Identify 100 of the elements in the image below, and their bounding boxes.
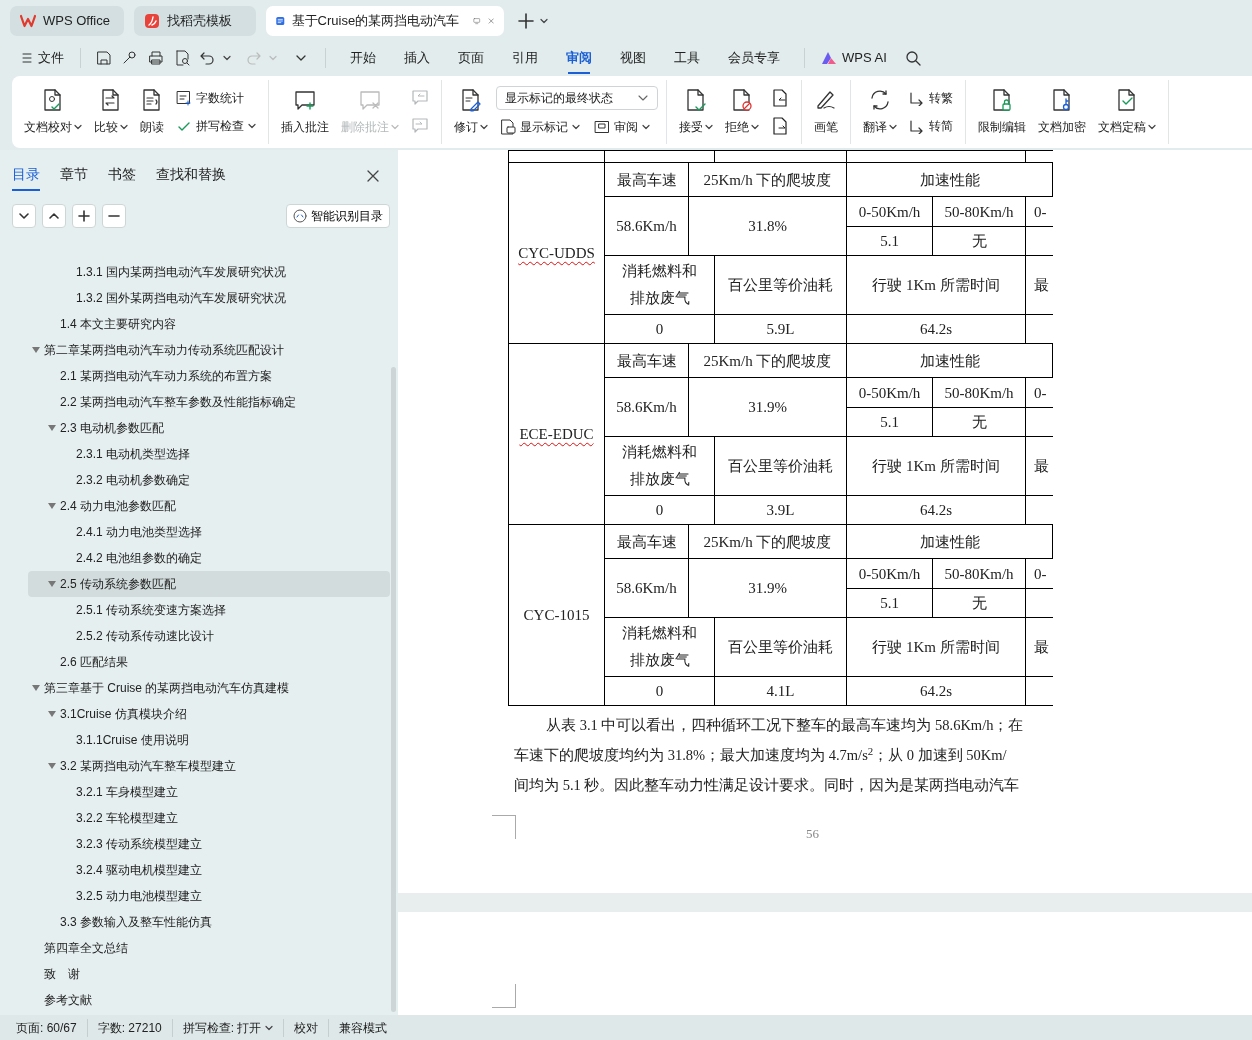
- undo-icon[interactable]: [200, 50, 216, 66]
- smart-toc-button[interactable]: 智能识别目录: [286, 204, 390, 228]
- toc-item[interactable]: 3.1Cruise 仿真模块介绍: [28, 701, 390, 727]
- ribbon-tab[interactable]: 插入: [392, 42, 442, 74]
- column-header: 最高车速: [604, 162, 689, 197]
- ribbon-button[interactable]: 限制编辑: [974, 86, 1030, 138]
- toc-item[interactable]: 2.4 动力电池参数匹配: [28, 493, 390, 519]
- toc-item[interactable]: 第三章基于 Cruise 的某两挡电动汽车仿真建模: [28, 675, 390, 701]
- browser-tab[interactable]: WPS Office: [10, 6, 124, 36]
- table-cell: 64.2s: [846, 495, 1026, 525]
- toc-item[interactable]: 2.2 某两挡电动汽车整车参数及性能指标确定: [28, 389, 390, 415]
- toc-item[interactable]: 3.2.1 车身模型建立: [28, 779, 390, 805]
- expanded-triangle-icon[interactable]: [48, 503, 56, 509]
- comment-plus-icon: [293, 88, 317, 112]
- ribbon-button[interactable]: 显示标记: [496, 116, 584, 138]
- ribbon-tab[interactable]: 开始: [338, 42, 388, 74]
- toc-item[interactable]: 3.2.4 驱动电机模型建立: [28, 857, 390, 883]
- ribbon-button[interactable]: 接受: [675, 86, 717, 138]
- print-preview-icon[interactable]: [174, 50, 190, 66]
- toc-item[interactable]: 2.4.2 电池组参数的确定: [28, 545, 390, 571]
- ribbon-button[interactable]: 插入批注: [277, 86, 333, 138]
- panel-tab[interactable]: 书签: [108, 161, 136, 191]
- ribbon-tab[interactable]: 工具: [662, 42, 712, 74]
- outline-button[interactable]: [72, 204, 96, 228]
- column-header: 加速性能: [846, 343, 1053, 378]
- expanded-triangle-icon[interactable]: [48, 425, 56, 431]
- document-arrow-icon: [771, 117, 789, 135]
- toc-item[interactable]: 2.4.1 动力电池类型选择: [28, 519, 390, 545]
- toc-item[interactable]: 2.1 某两挡电动汽车动力系统的布置方案: [28, 363, 390, 389]
- toc-item[interactable]: 2.5 传动系统参数匹配: [28, 571, 390, 597]
- toc-item[interactable]: 3.2.3 传动系统模型建立: [28, 831, 390, 857]
- toc-item[interactable]: 第二章某两挡电动汽车动力传动系统匹配设计: [28, 337, 390, 363]
- ribbon-button[interactable]: 文档定稿: [1094, 86, 1160, 138]
- status-text: 兼容模式: [338, 1019, 389, 1037]
- scrollbar[interactable]: [391, 367, 396, 1012]
- ai-button[interactable]: WPS AI: [817, 42, 891, 74]
- outline-button[interactable]: [12, 204, 36, 228]
- ribbon-button[interactable]: 字数统计: [172, 87, 260, 109]
- column-header: 百公里等价油耗: [714, 617, 847, 677]
- outline-button[interactable]: [42, 204, 66, 228]
- toc-item[interactable]: 3.2 某两挡电动汽车整车模型建立: [28, 753, 390, 779]
- panel-tab[interactable]: 查找和替换: [156, 161, 226, 191]
- ribbon-tab[interactable]: 会员专享: [716, 42, 792, 74]
- ribbon-tab[interactable]: 审阅: [554, 42, 604, 74]
- toc-item[interactable]: 1.4 本文主要研究内容: [28, 311, 390, 337]
- ribbon-button[interactable]: 文档校对: [20, 86, 86, 138]
- toc-item[interactable]: 3.3 参数输入及整车性能仿真: [28, 909, 390, 935]
- ribbon-button[interactable]: 转简: [905, 115, 957, 137]
- ribbon-button[interactable]: 比较: [90, 86, 132, 138]
- save-icon[interactable]: [96, 50, 112, 66]
- ribbon-button[interactable]: 朗读: [136, 86, 168, 138]
- toc-item[interactable]: 2.5.2 传动系传动速比设计: [28, 623, 390, 649]
- table-cell: 5.1: [846, 407, 933, 437]
- key-icon[interactable]: [122, 50, 138, 66]
- ribbon-button[interactable]: 翻译: [859, 86, 901, 138]
- ribbon-button[interactable]: 文档加密: [1034, 86, 1090, 138]
- toc-item[interactable]: 2.3.1 电动机类型选择: [28, 441, 390, 467]
- expanded-triangle-icon[interactable]: [48, 711, 56, 717]
- plus-icon[interactable]: [518, 13, 534, 29]
- search-icon[interactable]: [904, 50, 921, 66]
- caret-icon: [248, 123, 256, 129]
- ribbon-tab[interactable]: 引用: [500, 42, 550, 74]
- toc-item[interactable]: 致 谢: [28, 961, 390, 987]
- ribbon-button[interactable]: 修订: [450, 86, 492, 138]
- toc-item[interactable]: 2.3 电动机参数匹配: [28, 415, 390, 441]
- browser-tab[interactable]: 基于Cruise的某两挡电动汽车: [266, 6, 504, 36]
- toc-item[interactable]: 2.3.2 电动机参数确定: [28, 467, 390, 493]
- document-block-icon: [730, 88, 754, 112]
- column-header: 百公里等价油耗: [714, 255, 847, 315]
- file-menu[interactable]: 文件: [18, 42, 68, 74]
- toc-item[interactable]: 3.2.5 动力电池模型建立: [28, 883, 390, 909]
- ribbon-button[interactable]: 拒绝: [721, 86, 763, 138]
- status-text: 页面: 60/67: [16, 1018, 88, 1037]
- panel-tab[interactable]: 章节: [60, 161, 88, 191]
- status-dropdown[interactable]: 拼写检查: 打开: [172, 1018, 285, 1037]
- toc-item[interactable]: 第四章全文总结: [28, 935, 390, 961]
- expanded-triangle-icon[interactable]: [48, 763, 56, 769]
- toc-item[interactable]: 3.1.1Cruise 使用说明: [28, 727, 390, 753]
- ribbon-button[interactable]: 拼写检查: [172, 115, 260, 137]
- expanded-triangle-icon[interactable]: [32, 685, 40, 691]
- expanded-triangle-icon[interactable]: [32, 347, 40, 353]
- ribbon-button[interactable]: 审阅: [590, 116, 654, 138]
- expanded-triangle-icon[interactable]: [48, 581, 56, 587]
- close-icon[interactable]: [366, 169, 380, 183]
- toc-item[interactable]: 2.6 匹配结果: [28, 649, 390, 675]
- toc-item[interactable]: 1.3.2 国外某两挡电动汽车发展研究状况: [28, 285, 390, 311]
- ribbon-button[interactable]: 转繁: [905, 87, 957, 109]
- display-mode-dropdown[interactable]: 显示标记的最终状态: [496, 86, 658, 110]
- ribbon-button[interactable]: 画笔: [810, 86, 842, 138]
- print-icon[interactable]: [148, 50, 164, 66]
- toc-item[interactable]: 参考文献: [28, 987, 390, 1013]
- ribbon-tab[interactable]: 视图: [608, 42, 658, 74]
- panel-tab[interactable]: 目录: [12, 161, 40, 191]
- browser-tab[interactable]: 找稻壳模板: [134, 6, 256, 36]
- outline-button[interactable]: [102, 204, 126, 228]
- toc-item[interactable]: 3.2.2 车轮模型建立: [28, 805, 390, 831]
- ribbon-tab[interactable]: 页面: [446, 42, 496, 74]
- toc-item[interactable]: 1.3.1 国内某两挡电动汽车发展研究状况: [28, 259, 390, 285]
- toc-item[interactable]: 2.5.1 传动系统变速方案选择: [28, 597, 390, 623]
- document-lock-icon: [990, 88, 1014, 112]
